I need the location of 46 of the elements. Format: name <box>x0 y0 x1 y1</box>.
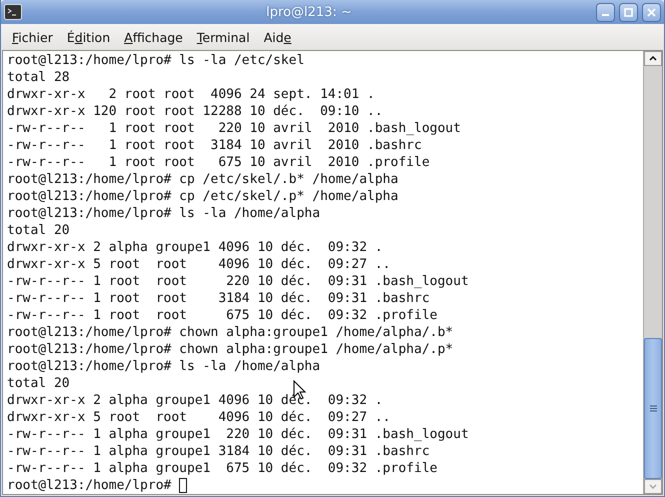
terminal-line: drwxr-xr-x 2 alpha groupe1 4096 10 déc. 09:32 . <box>7 239 383 256</box>
terminal-line: drwxr-xr-x 120 root root 12288 10 déc. 09:10 .. <box>7 103 383 120</box>
scroll-down-button[interactable] <box>644 479 662 494</box>
terminal-line: -rw-r--r-- 1 root root 3184 10 avril 2010 .bashrc <box>7 137 422 154</box>
terminal-line: -rw-r--r-- 1 root root 220 10 déc. 09:31 .bash_logout <box>7 273 469 290</box>
terminal-line: total 20 <box>7 222 70 239</box>
scrollbar[interactable] <box>643 51 662 494</box>
terminal-line: -rw-r--r-- 1 root root 220 10 avril 2010 .bash_logout <box>7 120 461 137</box>
scroll-thumb[interactable] <box>644 338 662 479</box>
terminal-line: root@l213:/home/lpro# ls -la /home/alpha <box>7 358 320 375</box>
terminal-line: root@l213:/home/lpro# chown alpha:groupe1 /home/alpha/.p* <box>7 341 454 358</box>
menu-item[interactable]: Aide <box>256 28 298 46</box>
menu-item[interactable]: Fichier <box>5 28 60 46</box>
terminal-line: drwxr-xr-x 5 root root 4096 10 déc. 09:27 .. <box>7 256 391 273</box>
terminal-line: total 28 <box>7 69 70 86</box>
text-cursor <box>179 478 188 493</box>
chevron-down-icon <box>649 484 657 489</box>
terminal-line: -rw-r--r-- 1 alpha groupe1 675 10 déc. 09:32 .profile <box>7 460 438 477</box>
terminal-line: -rw-r--r-- 1 alpha groupe1 3184 10 déc. 09:31 .bashrc <box>7 443 430 460</box>
menu-item[interactable]: Terminal <box>190 28 257 46</box>
terminal-prompt: root@l213:/home/lpro# <box>7 477 172 494</box>
minimize-button[interactable] <box>596 2 615 22</box>
terminal-line: -rw-r--r-- 1 root root 675 10 déc. 09:32 .profile <box>7 307 438 324</box>
window-title: lpro@l213: ~ <box>265 4 353 20</box>
chevron-up-icon <box>649 56 657 61</box>
maximize-button[interactable] <box>619 2 638 22</box>
terminal-line: -rw-r--r-- 1 root root 675 10 avril 2010 .profile <box>7 154 430 171</box>
terminal-line: -rw-r--r-- 1 root root 3184 10 déc. 09:31 .bashrc <box>7 290 430 307</box>
menu-item[interactable]: Édition <box>60 28 118 46</box>
terminal-line: root@l213:/home/lpro# cp /etc/skel/.p* /home/alpha <box>7 188 398 205</box>
grip-icon <box>650 405 656 412</box>
terminal-line: root@l213:/home/lpro# ls -la /home/alpha <box>7 205 320 222</box>
menu-item[interactable]: Affichage <box>117 28 190 46</box>
maximize-icon <box>624 8 633 16</box>
scroll-up-button[interactable] <box>644 51 662 66</box>
terminal-line: drwxr-xr-x 2 root root 4096 24 sept. 14:01 . <box>7 86 375 103</box>
close-button[interactable] <box>642 2 661 22</box>
terminal-line: drwxr-xr-x 5 root root 4096 10 déc. 09:27 .. <box>7 409 391 426</box>
close-icon <box>647 8 656 16</box>
minimize-icon <box>602 14 609 16</box>
terminal-line: root@l213:/home/lpro# ls -la /etc/skel <box>7 52 304 69</box>
terminal-line: total 20 <box>7 375 70 392</box>
terminal-line: root@l213:/home/lpro# cp /etc/skel/.b* /home/alpha <box>7 171 398 188</box>
terminal-line: -rw-r--r-- 1 alpha groupe1 220 10 déc. 09:31 .bash_logout <box>7 426 469 443</box>
terminal-app-icon <box>4 4 22 20</box>
terminal-line: root@l213:/home/lpro# chown alpha:groupe1 /home/alpha/.b* <box>7 324 454 341</box>
